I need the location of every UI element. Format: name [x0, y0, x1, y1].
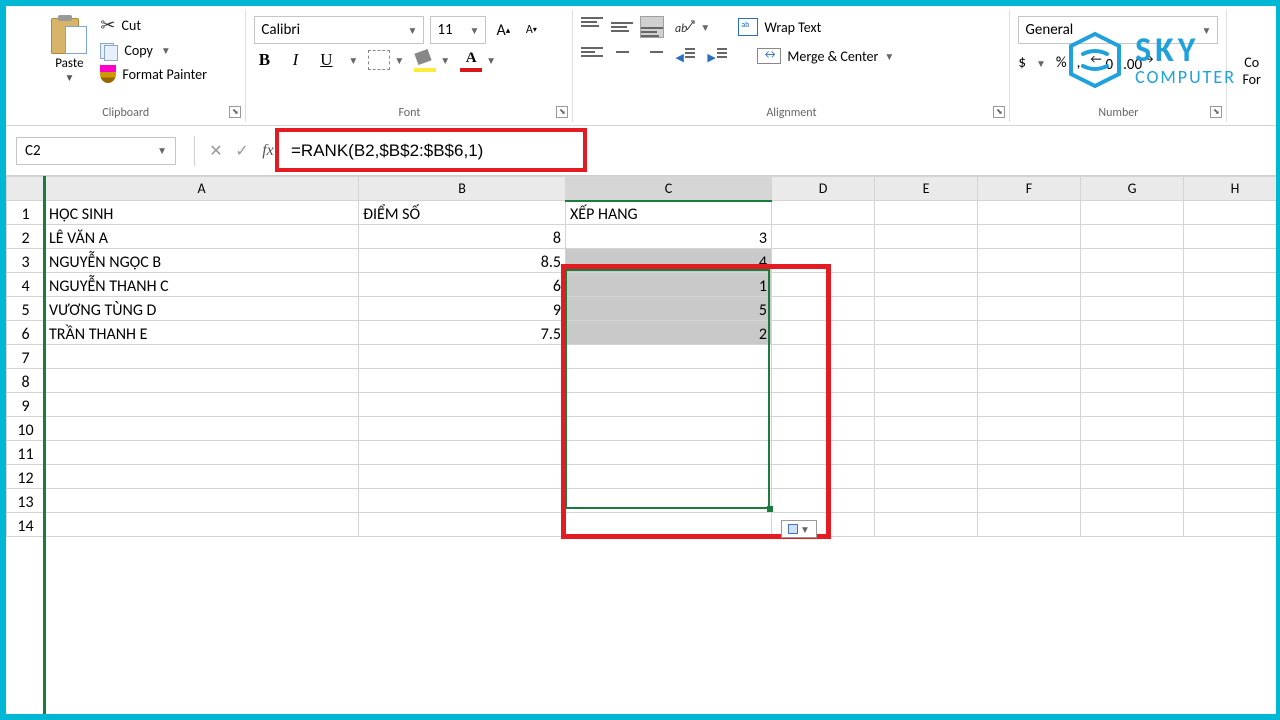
- bucket-icon: [414, 51, 436, 69]
- chevron-down-icon[interactable]: ▼: [348, 54, 358, 67]
- copy-button[interactable]: Copy ▼: [100, 42, 207, 59]
- paste-button[interactable]: Paste ▼: [44, 10, 94, 84]
- name-box[interactable]: C2▼: [16, 137, 176, 165]
- chevron-down-icon[interactable]: ▼: [161, 44, 171, 57]
- align-top-button[interactable]: [581, 17, 603, 37]
- cancel-formula-button[interactable]: ✕: [203, 138, 229, 164]
- paste-icon: [51, 14, 87, 54]
- table-row[interactable]: 14: [7, 513, 1277, 537]
- col-header[interactable]: E: [875, 177, 978, 201]
- brush-icon: [100, 65, 116, 83]
- table-row[interactable]: 10: [7, 417, 1277, 441]
- orientation-button[interactable]: ab ▼: [673, 16, 710, 38]
- watermark-logo: SKY COMPUTER: [1065, 30, 1236, 90]
- col-header[interactable]: D: [772, 177, 875, 201]
- cut-button[interactable]: ✂ Cut: [100, 14, 207, 36]
- formula-input[interactable]: [281, 137, 1268, 165]
- row-select-indicator: [43, 176, 46, 714]
- orientation-icon: ab: [673, 16, 697, 38]
- align-bottom-button[interactable]: [641, 17, 663, 37]
- table-row[interactable]: 7: [7, 345, 1277, 369]
- group-clipboard: Paste ▼ ✂ Cut Copy ▼ Format Pai: [6, 10, 246, 122]
- increase-indent-button[interactable]: ▶: [705, 46, 729, 66]
- underline-button[interactable]: U: [316, 50, 336, 70]
- align-right-button[interactable]: [641, 47, 663, 65]
- table-row[interactable]: 8: [7, 369, 1277, 393]
- insert-function-button[interactable]: fx: [255, 138, 281, 164]
- borders-button[interactable]: ▼: [368, 50, 404, 70]
- table-row[interactable]: 3 NGUYỄN NGỌC B 8.5 4: [7, 249, 1277, 273]
- font-name-combo[interactable]: Calibri▼: [254, 16, 424, 44]
- decrease-indent-button[interactable]: ◀: [673, 46, 697, 66]
- italic-button[interactable]: I: [286, 50, 304, 70]
- col-header[interactable]: C: [566, 177, 772, 201]
- wrap-icon: [738, 18, 758, 36]
- format-painter-button[interactable]: Format Painter: [100, 65, 207, 83]
- align-center-button[interactable]: [611, 47, 633, 65]
- group-alignment: ab ▼ Wrap Text: [573, 10, 1010, 122]
- table-row[interactable]: 6 TRẦN THANH E 7.5 2: [7, 321, 1277, 345]
- table-row[interactable]: 13: [7, 489, 1277, 513]
- worksheet-grid[interactable]: A B C D E F G H 1 HỌC SINH ĐIỂM SỐ XẾP H…: [6, 176, 1276, 714]
- formula-bar: C2▼ ✕ ✓ fx: [6, 126, 1276, 176]
- shrink-font-button[interactable]: A▾: [520, 18, 542, 42]
- wrap-text-button[interactable]: Wrap Text: [738, 18, 821, 36]
- select-all-corner[interactable]: [7, 177, 45, 201]
- group-font: Calibri▼ 11▼ A▴ A▾ B I U ▼: [246, 10, 573, 122]
- col-header[interactable]: F: [978, 177, 1081, 201]
- table-row[interactable]: 1 HỌC SINH ĐIỂM SỐ XẾP HANG: [7, 201, 1277, 225]
- dialog-launcher[interactable]: ⬊: [229, 106, 241, 118]
- chevron-down-icon[interactable]: ▼: [884, 50, 894, 63]
- bold-button[interactable]: B: [254, 50, 274, 70]
- col-header[interactable]: G: [1081, 177, 1184, 201]
- font-size-combo[interactable]: 11▼: [430, 16, 486, 44]
- table-row[interactable]: 11: [7, 441, 1277, 465]
- table-row[interactable]: 2 LÊ VĂN A 8 3: [7, 225, 1277, 249]
- col-header[interactable]: B: [359, 177, 566, 201]
- font-color-button[interactable]: A▼: [460, 50, 496, 70]
- grow-font-button[interactable]: A▴: [492, 18, 514, 42]
- svg-text:ab: ab: [675, 22, 687, 36]
- align-middle-button[interactable]: [611, 17, 633, 37]
- dialog-launcher[interactable]: ⬊: [993, 106, 1005, 118]
- align-left-button[interactable]: [581, 47, 603, 65]
- enter-formula-button[interactable]: ✓: [229, 138, 255, 164]
- merge-icon: [757, 48, 781, 64]
- dialog-launcher[interactable]: ⬊: [1210, 106, 1222, 118]
- table-row[interactable]: 5 VƯƠNG TÙNG D 9 5: [7, 297, 1277, 321]
- logo-icon: [1065, 30, 1125, 90]
- fill-color-button[interactable]: ▼: [414, 51, 450, 69]
- column-header-row[interactable]: A B C D E F G H: [7, 177, 1277, 201]
- autofill-icon: [788, 524, 798, 534]
- currency-button[interactable]: $: [1018, 54, 1026, 72]
- merge-center-button[interactable]: Merge & Center ▼: [757, 48, 894, 65]
- fill-handle[interactable]: [767, 506, 773, 512]
- chevron-down-icon[interactable]: ▼: [64, 71, 74, 84]
- excel-window: Paste ▼ ✂ Cut Copy ▼ Format Pai: [6, 6, 1276, 714]
- table-row[interactable]: 9: [7, 393, 1277, 417]
- col-header[interactable]: H: [1184, 177, 1277, 201]
- table-row[interactable]: 4 NGUYỄN THANH C 6 1: [7, 273, 1277, 297]
- copy-icon: [100, 43, 118, 59]
- font-color-icon: A: [460, 50, 482, 70]
- borders-icon: [368, 50, 390, 70]
- table-row[interactable]: 12: [7, 465, 1277, 489]
- scissors-icon: ✂: [100, 14, 115, 36]
- col-header[interactable]: A: [45, 177, 359, 201]
- autofill-options-button[interactable]: ▼: [781, 520, 817, 538]
- dialog-launcher[interactable]: ⬊: [556, 106, 568, 118]
